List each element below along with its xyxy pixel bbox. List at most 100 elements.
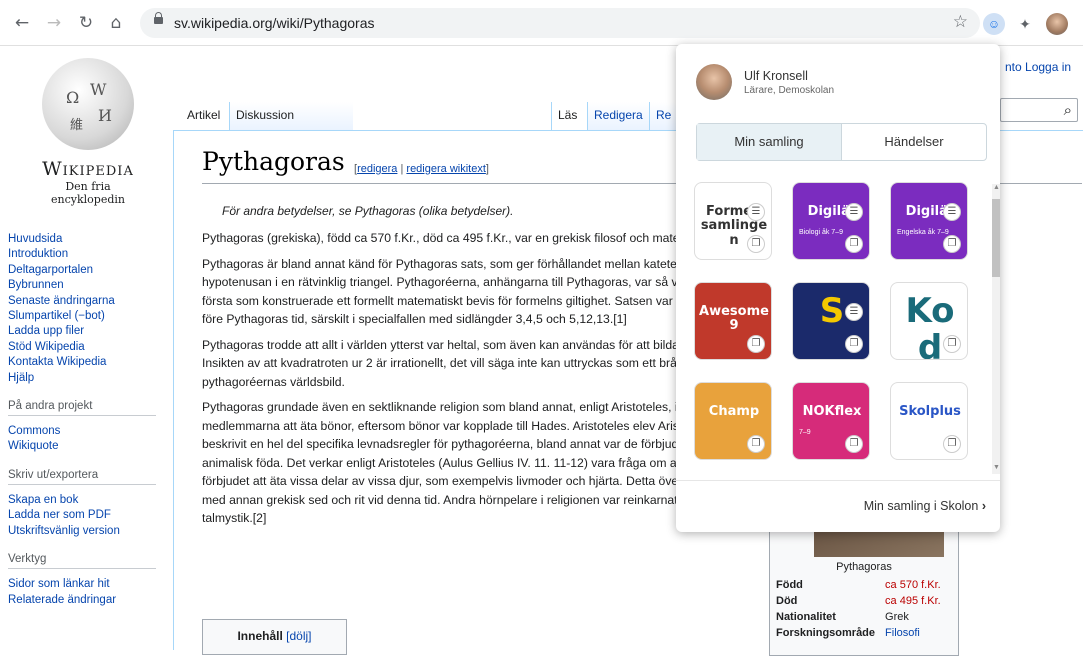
sidebar-link[interactable]: Deltagarportalen bbox=[8, 263, 168, 278]
copy-icon[interactable]: ❐ bbox=[845, 435, 863, 453]
tab-edit-source[interactable]: Re bbox=[649, 102, 678, 130]
infobox-caption: Pythagoras bbox=[836, 561, 892, 573]
infobox-value: Filosofi bbox=[885, 627, 920, 639]
wordmark: Wikipedia bbox=[42, 158, 134, 180]
user-role: Lärare, Demoskolan bbox=[744, 85, 835, 96]
infobox-key: Nationalitet bbox=[776, 611, 836, 623]
reload-icon[interactable]: ↻ bbox=[76, 13, 96, 33]
sidebar-print-link[interactable]: Skapa en bok bbox=[8, 493, 168, 508]
app-card-label: Awesome 9 bbox=[699, 304, 769, 334]
app-card[interactable]: Champ ❐ bbox=[694, 382, 772, 460]
list-icon[interactable]: ☰ bbox=[943, 203, 961, 221]
app-card-label: NOKflex bbox=[802, 404, 862, 419]
browser-toolbar: ← → ↻ ⌂ sv.wikipedia.org/wiki/Pythagoras… bbox=[0, 0, 1083, 46]
sidebar-project-link[interactable]: Commons bbox=[8, 424, 168, 439]
search-icon[interactable]: ⌕ bbox=[1064, 101, 1072, 119]
infobox-row: Forskningsområde Filosofi bbox=[776, 625, 941, 641]
my-collection-link[interactable]: Min samling i Skolon › bbox=[864, 499, 986, 513]
sidebar-link[interactable]: Kontakta Wikipedia bbox=[8, 355, 168, 370]
app-card[interactable]: Digilär Engelska åk 7–9 ☰ ❐ bbox=[890, 182, 968, 260]
url-text[interactable]: sv.wikipedia.org/wiki/Pythagoras bbox=[174, 15, 375, 31]
tab-my-collection[interactable]: Min samling bbox=[697, 124, 841, 160]
app-card-label: Skolplus bbox=[899, 404, 961, 419]
chevron-right-icon: › bbox=[981, 499, 986, 513]
infobox-value: ca 495 f.Kr. bbox=[885, 595, 941, 607]
print-heading: Skriv ut/exportera bbox=[8, 469, 156, 485]
scroll-up-icon[interactable]: ▲ bbox=[993, 184, 1000, 191]
sidebar-print-link[interactable]: Utskriftsvänlig version bbox=[8, 524, 168, 539]
toc-toggle[interactable]: [dölj] bbox=[286, 629, 311, 643]
copy-icon[interactable]: ❐ bbox=[845, 335, 863, 353]
tab-article[interactable]: Artikel bbox=[181, 102, 227, 130]
sidebar-link[interactable]: Bybrunnen bbox=[8, 278, 168, 293]
address-bar[interactable]: sv.wikipedia.org/wiki/Pythagoras ☆ bbox=[140, 8, 980, 38]
infobox-value: Grek bbox=[885, 611, 909, 623]
table-of-contents: Innehåll [dölj] bbox=[202, 619, 347, 655]
sidebar-link[interactable]: Hjälp bbox=[8, 371, 168, 386]
copy-icon[interactable]: ❐ bbox=[943, 435, 961, 453]
extensions-puzzle-icon[interactable]: ✦ bbox=[1014, 13, 1036, 35]
infobox-table: Född ca 570 f.Kr. Död ca 495 f.Kr. Nationali… bbox=[776, 577, 941, 641]
sidebar-link[interactable]: Ladda upp filer bbox=[8, 324, 168, 339]
scrollbar-thumb[interactable] bbox=[992, 199, 1000, 277]
tab-edit[interactable]: Redigera bbox=[587, 102, 649, 130]
copy-icon[interactable]: ❐ bbox=[943, 235, 961, 253]
sidebar-link[interactable]: Slumpartikel (−bot) bbox=[8, 309, 168, 324]
app-card-sublabel: Biologi åk 7–9 bbox=[799, 229, 843, 236]
copy-icon[interactable]: ❐ bbox=[943, 335, 961, 353]
copy-icon[interactable]: ❐ bbox=[747, 435, 765, 453]
app-card-sublabel: 7–9 bbox=[799, 429, 811, 436]
back-icon[interactable]: ← bbox=[12, 13, 32, 33]
sidebar-link[interactable]: Stöd Wikipedia bbox=[8, 340, 168, 355]
sidebar-project-link[interactable]: Wikiquote bbox=[8, 439, 168, 454]
wikipedia-logo[interactable]: ΩWИ維 Wikipedia Den fria encyklopedin bbox=[32, 58, 144, 206]
user-avatar bbox=[696, 64, 732, 100]
login-link[interactable]: nto Logga in bbox=[1005, 60, 1071, 74]
list-icon[interactable]: ☰ bbox=[845, 303, 863, 321]
tab-events[interactable]: Händelser bbox=[841, 124, 986, 160]
sidebar-tool-link[interactable]: Relaterade ändringar bbox=[8, 593, 168, 608]
list-icon[interactable]: ☰ bbox=[845, 203, 863, 221]
edit-link[interactable]: redigera bbox=[357, 163, 397, 175]
app-card[interactable]: Skolplus ❐ bbox=[890, 382, 968, 460]
sidebar-tools: Sidor som länkar hit Relaterade ändringar bbox=[8, 577, 168, 608]
edit-source-link[interactable]: redigera wikitext bbox=[406, 163, 485, 175]
sidebar-link[interactable]: Huvudsida bbox=[8, 232, 168, 247]
sidebar-link[interactable]: Introduktion bbox=[8, 247, 168, 262]
wiki-search-input[interactable]: ⌕ bbox=[1000, 98, 1078, 122]
app-card[interactable]: Awesome 9 ❐ bbox=[694, 282, 772, 360]
sidebar-link[interactable]: Senaste ändringarna bbox=[8, 294, 168, 309]
copy-icon[interactable]: ❐ bbox=[747, 335, 765, 353]
infobox-row: Född ca 570 f.Kr. bbox=[776, 577, 941, 593]
tab-discussion[interactable]: Diskussion bbox=[229, 102, 353, 130]
puzzle-globe-icon: ΩWИ維 bbox=[42, 58, 134, 150]
sidebar-projects: Commons Wikiquote bbox=[8, 424, 168, 455]
app-card[interactable]: Kod ❐ bbox=[890, 282, 968, 360]
profile-avatar[interactable] bbox=[1046, 13, 1068, 35]
app-card[interactable]: Formel-samlingen ☰ ❐ bbox=[694, 182, 772, 260]
app-card[interactable]: S ☰ ❐ bbox=[792, 282, 870, 360]
app-card[interactable]: NOKflex 7–9 ❐ bbox=[792, 382, 870, 460]
popup-tabs: Min samling Händelser bbox=[696, 123, 987, 161]
copy-icon[interactable]: ❐ bbox=[747, 235, 765, 253]
infobox-row: Nationalitet Grek bbox=[776, 609, 941, 625]
bookmark-star-icon[interactable]: ☆ bbox=[953, 12, 968, 32]
skolon-extension-icon[interactable]: ☺ bbox=[983, 13, 1005, 35]
my-collection-link-label: Min samling i Skolon bbox=[863, 499, 979, 513]
sidebar-print-link[interactable]: Ladda ner som PDF bbox=[8, 508, 168, 523]
infobox-row: Död ca 495 f.Kr. bbox=[776, 593, 941, 609]
lock-icon bbox=[154, 12, 163, 24]
app-card[interactable]: Digilär Biologi åk 7–9 ☰ ❐ bbox=[792, 182, 870, 260]
infobox-key: Född bbox=[776, 579, 803, 591]
skolon-popup: Ulf Kronsell Lärare, Demoskolan Min saml… bbox=[676, 44, 1000, 532]
copy-icon[interactable]: ❐ bbox=[845, 235, 863, 253]
forward-icon[interactable]: → bbox=[44, 13, 64, 33]
tab-read[interactable]: Läs bbox=[551, 102, 584, 130]
tagline: Den fria encyklopedin bbox=[51, 180, 125, 206]
sidebar-tool-link[interactable]: Sidor som länkar hit bbox=[8, 577, 168, 592]
sidebar-print: Skapa en bok Ladda ner som PDF Utskriftsvä… bbox=[8, 493, 168, 539]
list-icon[interactable]: ☰ bbox=[747, 203, 765, 221]
app-grid: Formel-samlingen ☰ ❐ Digilär Biologi åk 7–9 ☰… bbox=[694, 178, 984, 474]
scroll-down-icon[interactable]: ▼ bbox=[993, 464, 1000, 471]
home-icon[interactable]: ⌂ bbox=[106, 13, 126, 33]
